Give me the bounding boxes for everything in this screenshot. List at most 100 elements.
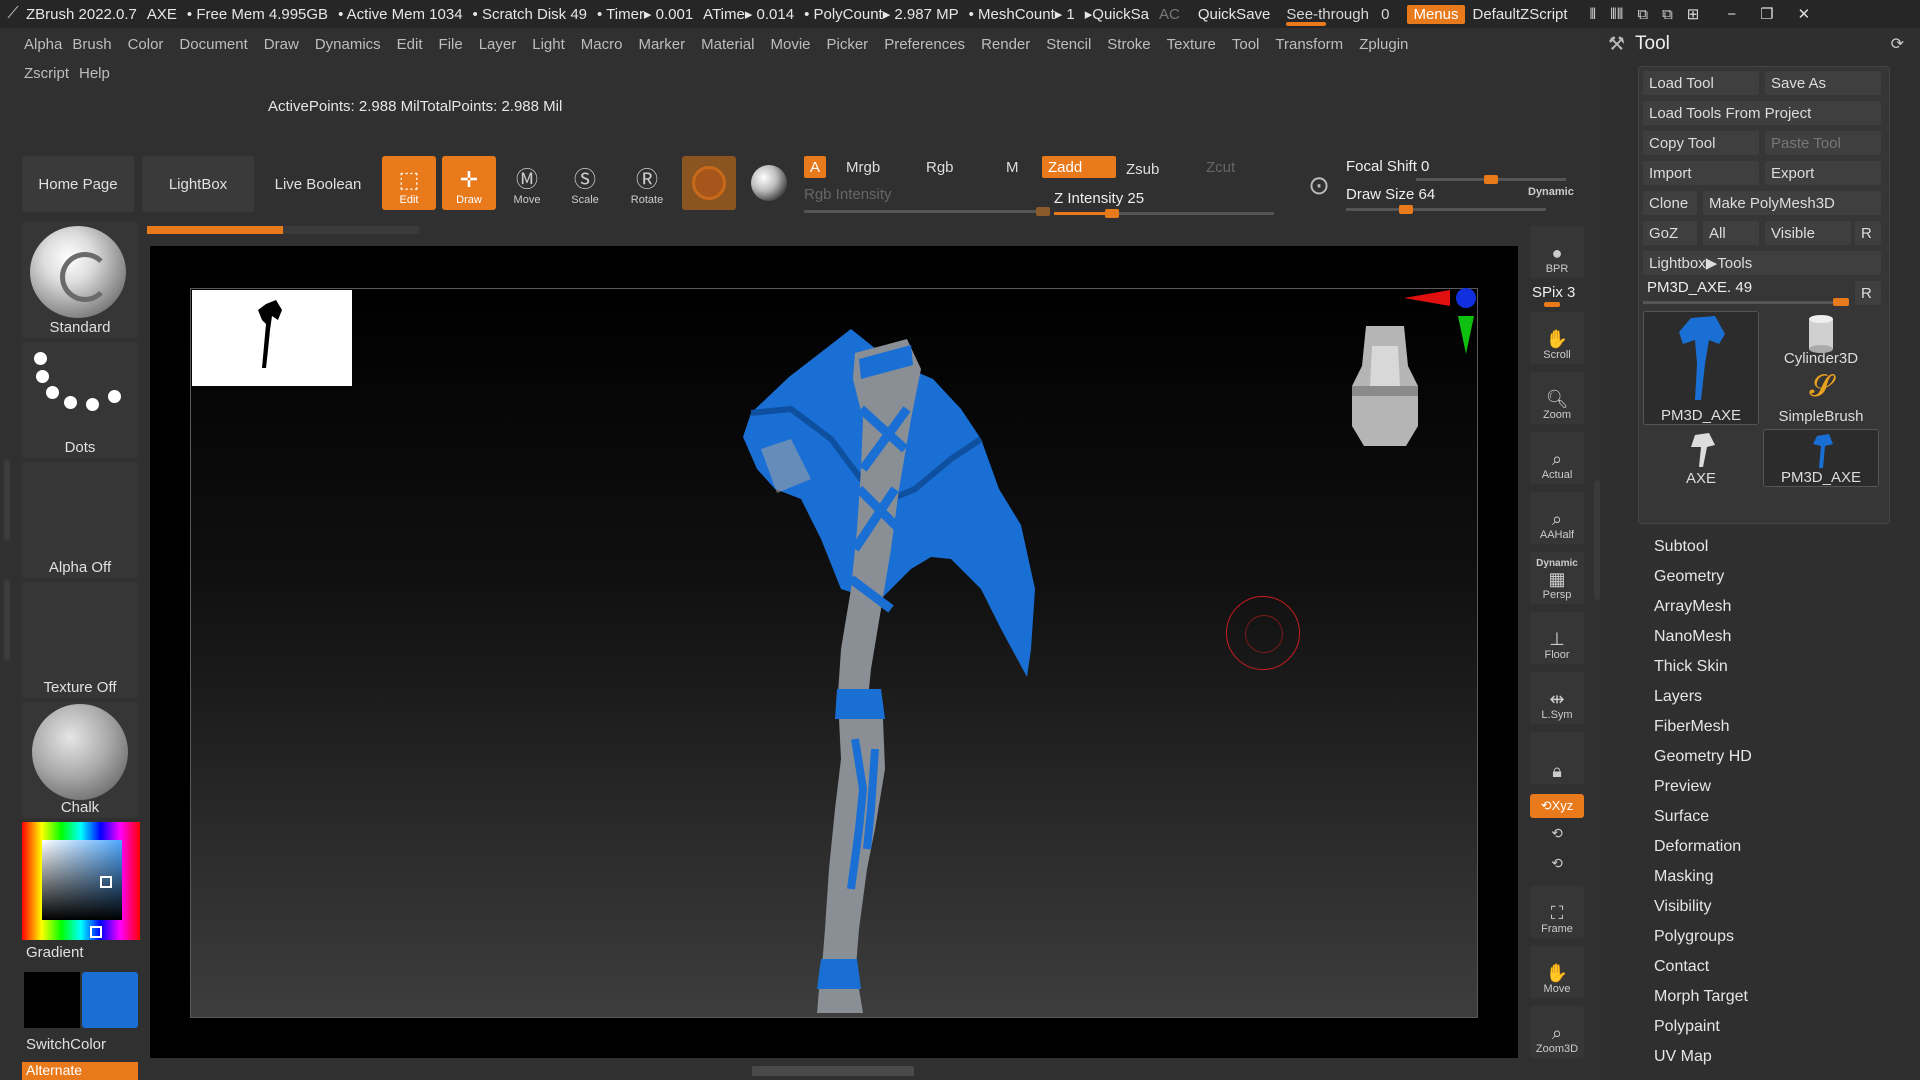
goz-button[interactable]: GoZ	[1643, 221, 1697, 245]
draw-button[interactable]: ✛ Draw	[442, 156, 496, 210]
layout-5-icon[interactable]: ⊞	[1687, 5, 1700, 23]
mrgb-toggle[interactable]: Mrgb	[840, 156, 886, 178]
menu-brush[interactable]: Brush	[72, 36, 127, 53]
tool-thumb-pm3d-axe[interactable]: PM3D_AXE	[1643, 311, 1759, 425]
menu-picker[interactable]: Picker	[827, 36, 885, 53]
clone-button[interactable]: Clone	[1643, 191, 1697, 215]
lsym-button[interactable]: ⇹ L.Sym	[1530, 672, 1584, 724]
load-tool-button[interactable]: Load Tool	[1643, 71, 1759, 95]
edit-button[interactable]: ⬚ Edit	[382, 156, 436, 210]
navigation-thumbnail[interactable]	[192, 290, 352, 386]
menu-dynamics[interactable]: Dynamics	[315, 36, 397, 53]
export-button[interactable]: Export	[1765, 161, 1881, 185]
move-view-button[interactable]: ✋ Move	[1530, 946, 1584, 998]
subpalette-masking[interactable]: Masking	[1654, 868, 1714, 886]
z-rotate-icon[interactable]: ⟲	[1530, 852, 1584, 874]
tool-thumb-simplebrush[interactable]: 𝓢 SimpleBrush	[1763, 369, 1879, 426]
subpalette-polygroups[interactable]: Polygroups	[1654, 928, 1734, 946]
color-picker[interactable]	[22, 822, 140, 940]
lightbox-tools-button[interactable]: Lightbox▶Tools	[1643, 251, 1881, 275]
zoom3d-button[interactable]: ⌕ Zoom3D	[1530, 1006, 1584, 1058]
z-intensity-slider[interactable]: Z Intensity 25	[1054, 190, 1274, 218]
menu-color[interactable]: Color	[128, 36, 180, 53]
current-tool-slider[interactable]: PM3D_AXE. 49	[1643, 279, 1849, 306]
dynamic-toggle[interactable]: Dynamic	[1528, 186, 1574, 198]
rgb-toggle[interactable]: Rgb	[920, 156, 960, 178]
zadd-toggle[interactable]: Zadd	[1042, 156, 1116, 178]
restore-icon[interactable]: ❐	[1760, 5, 1773, 23]
rotate-button[interactable]: Ⓡ Rotate	[620, 156, 674, 210]
lazymouse-button[interactable]: ⊙	[1294, 160, 1344, 210]
live-boolean-button[interactable]: Live Boolean	[262, 156, 374, 212]
menus-toggle[interactable]: Menus	[1407, 4, 1465, 24]
menu-material[interactable]: Material	[701, 36, 770, 53]
aahalf-button[interactable]: ⌕ AAHalf	[1530, 492, 1584, 544]
subpalette-contact[interactable]: Contact	[1654, 958, 1709, 976]
bpr-button[interactable]: ● BPR	[1530, 226, 1584, 278]
left-grip[interactable]	[4, 460, 10, 540]
paste-tool-button[interactable]: Paste Tool	[1765, 131, 1881, 155]
goz-r-button[interactable]: R	[1855, 221, 1881, 245]
subpalette-thick-skin[interactable]: Thick Skin	[1654, 658, 1728, 676]
subpalette-surface[interactable]: Surface	[1654, 808, 1709, 826]
make-polymesh3d-button[interactable]: Make PolyMesh3D	[1703, 191, 1881, 215]
actual-button[interactable]: ⌕ Actual	[1530, 432, 1584, 484]
menu-stroke[interactable]: Stroke	[1107, 36, 1166, 53]
menu-texture[interactable]: Texture	[1167, 36, 1232, 53]
gradient-label[interactable]: Gradient	[26, 944, 84, 961]
load-tools-from-project-button[interactable]: Load Tools From Project	[1643, 101, 1881, 125]
subpalette-polypaint[interactable]: Polypaint	[1654, 1018, 1720, 1036]
xyz-rotate-button[interactable]: ⟲Xyz	[1530, 794, 1584, 818]
rgb-intensity-slider[interactable]: Rgb Intensity	[804, 186, 1064, 216]
tool-thumb-axe[interactable]: AXE	[1643, 429, 1759, 487]
menu-draw[interactable]: Draw	[264, 36, 315, 53]
close-icon[interactable]: ✕	[1798, 5, 1811, 23]
persp-button[interactable]: Dynamic ▦ Persp	[1530, 552, 1584, 604]
sphere-material-button[interactable]	[744, 158, 794, 208]
zsub-toggle[interactable]: Zsub	[1120, 158, 1165, 180]
tool-panel-header[interactable]: ⚒ Tool ⟳	[1600, 28, 1920, 60]
menu-layer[interactable]: Layer	[479, 36, 533, 53]
subpalette-fibermesh[interactable]: FiberMesh	[1654, 718, 1730, 736]
goz-all-button[interactable]: All	[1703, 221, 1759, 245]
import-button[interactable]: Import	[1643, 161, 1759, 185]
menu-file[interactable]: File	[439, 36, 479, 53]
subpalette-uv-map[interactable]: UV Map	[1654, 1048, 1712, 1066]
zoom-button[interactable]: 🔍︎ Zoom	[1530, 372, 1584, 424]
copy-tool-button[interactable]: Copy Tool	[1643, 131, 1759, 155]
y-rotate-icon[interactable]: ⟲	[1530, 822, 1584, 844]
menu-preferences[interactable]: Preferences	[884, 36, 981, 53]
panel-reset-icon[interactable]: ⟳	[1891, 34, 1904, 54]
save-as-button[interactable]: Save As	[1765, 71, 1881, 95]
menu-help[interactable]: Help	[79, 65, 126, 82]
zcut-toggle[interactable]: Zcut	[1200, 156, 1241, 178]
menu-alpha[interactable]: Alpha	[0, 36, 72, 53]
m-toggle[interactable]: M	[1000, 156, 1025, 178]
a-toggle[interactable]: A	[804, 156, 827, 178]
home-page-button[interactable]: Home Page	[22, 156, 134, 212]
layout-3-icon[interactable]: ⧉	[1637, 6, 1648, 23]
subpalette-arraymesh[interactable]: ArrayMesh	[1654, 598, 1731, 616]
subpalette-deformation[interactable]: Deformation	[1654, 838, 1741, 856]
scroll-button[interactable]: ✋ Scroll	[1530, 312, 1584, 364]
axis-gizmo[interactable]	[1404, 286, 1494, 356]
alternate-button[interactable]: Alternate	[22, 1062, 138, 1080]
subpalette-geometry[interactable]: Geometry	[1654, 568, 1724, 586]
menu-document[interactable]: Document	[179, 36, 263, 53]
lock-button[interactable]: 🔒︎	[1530, 732, 1584, 784]
tool-thumb-cylinder3d[interactable]: Cylinder3D	[1763, 311, 1879, 367]
subpalette-subtool[interactable]: Subtool	[1654, 538, 1708, 556]
goz-visible-button[interactable]: Visible	[1765, 221, 1851, 245]
menu-transform[interactable]: Transform	[1275, 36, 1359, 53]
frame-button[interactable]: ⛶ Frame	[1530, 886, 1584, 938]
tool-thumb-pm3d-axe-2[interactable]: PM3D_AXE	[1763, 429, 1879, 487]
hue-selector-handle[interactable]	[90, 926, 102, 938]
menu-zscript[interactable]: Zscript	[0, 65, 79, 82]
left-grip[interactable]	[4, 580, 10, 660]
layout-4-icon[interactable]: ⧉	[1662, 6, 1673, 23]
subpalette-morph-target[interactable]: Morph Target	[1654, 988, 1748, 1006]
bottom-tray-handle[interactable]	[752, 1066, 914, 1076]
secondary-color-swatch[interactable]	[24, 972, 80, 1028]
menu-render[interactable]: Render	[981, 36, 1046, 53]
minimize-icon[interactable]: −	[1727, 6, 1736, 23]
